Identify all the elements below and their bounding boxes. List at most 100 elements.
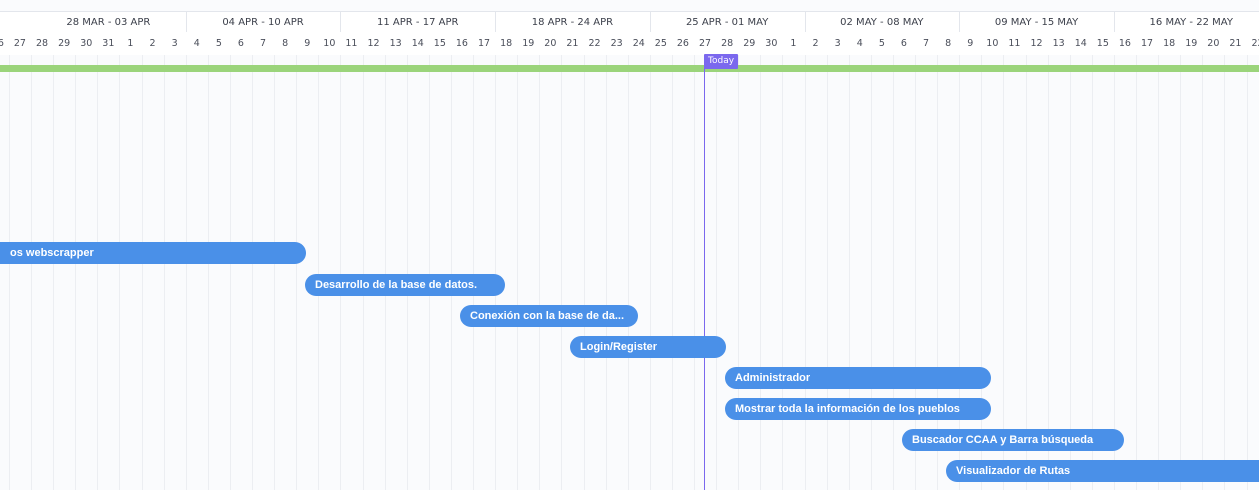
week-header: 28 MAR - 03 APR 04 APR - 10 APR 11 APR -…	[0, 11, 1259, 34]
day-label: 5	[878, 38, 885, 49]
day-label: 30	[80, 38, 93, 49]
today-marker-line	[704, 55, 705, 490]
day-label: 30	[765, 38, 778, 49]
day-grid-line	[672, 55, 673, 490]
day-label: 20	[1207, 38, 1220, 49]
week-separator	[959, 11, 960, 32]
week-separator	[495, 11, 496, 32]
task-bar-buscador-ccaa[interactable]: Buscador CCAA y Barra búsqueda	[902, 429, 1124, 451]
gantt-chart: 28 MAR - 03 APR 04 APR - 10 APR 11 APR -…	[0, 0, 1259, 490]
day-grid-line	[1224, 55, 1225, 490]
day-label: 27	[699, 38, 712, 49]
day-grid-line	[915, 55, 916, 490]
day-label: 4	[856, 38, 863, 49]
task-bar-mostrar-informacion[interactable]: Mostrar toda la información de los puebl…	[725, 398, 991, 420]
day-grid-line	[893, 55, 894, 490]
day-label: 15	[433, 38, 446, 49]
day-grid-line	[296, 55, 297, 490]
day-label: 22	[588, 38, 601, 49]
day-grid-line	[1180, 55, 1181, 490]
day-grid-line	[53, 55, 54, 490]
day-label: 18	[1163, 38, 1176, 49]
day-grid-line	[1247, 55, 1248, 490]
week-separator	[186, 11, 187, 32]
day-grid-line	[208, 55, 209, 490]
day-label: 8	[945, 38, 952, 49]
day-label: 12	[1030, 38, 1043, 49]
day-grid-line	[650, 55, 651, 490]
today-badge[interactable]: Today	[704, 54, 739, 69]
day-label: 29	[743, 38, 756, 49]
day-grid-line	[827, 55, 828, 490]
day-grid-line	[805, 55, 806, 490]
week-label: 25 APR - 01 MAY	[685, 17, 769, 28]
day-grid-line	[230, 55, 231, 490]
day-grid-line	[1070, 55, 1071, 490]
day-grid-line	[9, 55, 10, 490]
day-grid-line	[628, 55, 629, 490]
day-grid-line	[517, 55, 518, 490]
day-label: 12	[367, 38, 380, 49]
week-separator	[805, 11, 806, 32]
day-label: 14	[1074, 38, 1087, 49]
day-grid-line	[959, 55, 960, 490]
day-grid-line	[142, 55, 143, 490]
day-label: 6	[237, 38, 244, 49]
day-label: 22	[1251, 38, 1259, 49]
day-grid-line	[164, 55, 165, 490]
day-label: 31	[102, 38, 115, 49]
day-label: 4	[193, 38, 200, 49]
day-label: 28	[36, 38, 49, 49]
day-label: 9	[967, 38, 974, 49]
day-label: 10	[986, 38, 999, 49]
day-label: 3	[834, 38, 841, 49]
day-label: 9	[304, 38, 311, 49]
task-bar-base-de-datos[interactable]: Desarrollo de la base de datos.	[305, 274, 505, 296]
task-bar-webscrapper[interactable]: os webscrapper	[0, 242, 306, 264]
day-grid-line	[782, 55, 783, 490]
day-grid-line	[1048, 55, 1049, 490]
day-grid-line	[849, 55, 850, 490]
day-grid-line	[473, 55, 474, 490]
day-label: 15	[1096, 38, 1109, 49]
day-label: 25	[654, 38, 667, 49]
day-grid-line	[318, 55, 319, 490]
day-grid-line	[716, 55, 717, 490]
day-label: 13	[389, 38, 402, 49]
task-bar-login-register[interactable]: Login/Register	[570, 336, 726, 358]
day-label: 29	[58, 38, 71, 49]
week-label: 04 APR - 10 APR	[222, 17, 304, 28]
day-grid-line	[119, 55, 120, 490]
day-label: 19	[1185, 38, 1198, 49]
day-grid-line	[1158, 55, 1159, 490]
day-label: 5	[215, 38, 222, 49]
day-label: 21	[1229, 38, 1242, 49]
day-grid-line	[186, 55, 187, 490]
day-label: 16	[1118, 38, 1131, 49]
task-bar-conexion-base-de-datos[interactable]: Conexión con la base de da...	[460, 305, 638, 327]
day-grid-line	[1136, 55, 1137, 490]
week-label: 16 MAY - 22 MAY	[1149, 17, 1233, 28]
day-grid-line	[385, 55, 386, 490]
day-label: 26	[0, 38, 4, 49]
week-label: 02 MAY - 08 MAY	[840, 17, 924, 28]
week-label: 28 MAR - 03 APR	[66, 17, 151, 28]
day-grid-line	[981, 55, 982, 490]
day-label: 19	[522, 38, 535, 49]
day-label: 17	[1141, 38, 1154, 49]
day-label: 26	[676, 38, 689, 49]
day-label: 7	[923, 38, 930, 49]
day-label: 13	[1052, 38, 1065, 49]
task-bar-administrador[interactable]: Administrador	[725, 367, 991, 389]
day-grid-line	[252, 55, 253, 490]
day-label: 14	[411, 38, 424, 49]
day-header: 2627282930311234567891011121314151617181…	[0, 33, 1259, 55]
task-bar-visualizador-rutas[interactable]: Visualizador de Rutas	[946, 460, 1259, 482]
week-separator	[340, 11, 341, 32]
day-grid-line	[738, 55, 739, 490]
day-grid-line	[539, 55, 540, 490]
week-label: 09 MAY - 15 MAY	[994, 17, 1079, 28]
day-label: 28	[721, 38, 734, 49]
day-label: 20	[544, 38, 557, 49]
day-grid-line	[31, 55, 32, 490]
